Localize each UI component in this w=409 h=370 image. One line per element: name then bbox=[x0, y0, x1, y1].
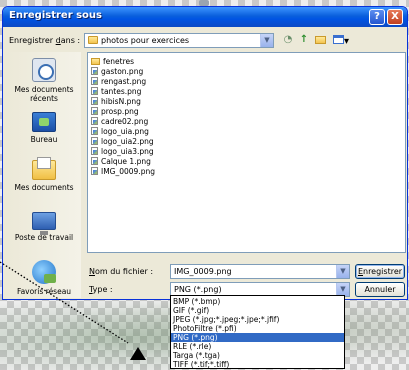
back-icon[interactable]: ◔ bbox=[281, 33, 295, 47]
filetype-value: PNG (*.png) bbox=[174, 285, 222, 294]
list-item[interactable]: hibisN.png bbox=[91, 97, 141, 106]
image-file-icon bbox=[91, 127, 98, 135]
list-item[interactable]: IMG_0009.png bbox=[91, 167, 155, 176]
image-file-icon bbox=[91, 107, 98, 115]
filetype-option[interactable]: TIFF (*.tif;*.tiff) bbox=[171, 360, 344, 369]
image-file-icon bbox=[91, 137, 98, 145]
list-item[interactable]: Calque 1.png bbox=[91, 157, 151, 166]
place-my-documents[interactable]: Mes documents bbox=[7, 157, 81, 192]
place-label: Mes documents bbox=[14, 183, 74, 192]
filetype-option-selected[interactable]: PNG (*.png) bbox=[171, 333, 344, 342]
list-item[interactable]: prosp.png bbox=[91, 107, 139, 116]
image-file-icon bbox=[91, 157, 98, 165]
cancel-button[interactable]: Annuler bbox=[355, 282, 405, 297]
close-button[interactable]: X bbox=[387, 9, 403, 25]
filetype-option[interactable]: PhotoFiltre (*.pfi) bbox=[171, 324, 344, 333]
image-file-icon bbox=[91, 77, 98, 85]
chevron-down-icon[interactable]: ▼ bbox=[336, 265, 349, 278]
list-item[interactable]: logo_uia.png bbox=[91, 127, 149, 136]
list-item-folder[interactable]: fenetres bbox=[91, 57, 134, 66]
my-documents-icon bbox=[32, 157, 56, 180]
filename-input[interactable]: IMG_0009.png ▼ bbox=[170, 264, 350, 279]
list-item[interactable]: logo_uia2.png bbox=[91, 137, 154, 146]
folder-icon bbox=[88, 36, 98, 44]
save-as-dialog: Enregistrer sous ? X Enregistrer dans : … bbox=[2, 6, 408, 300]
filetype-option[interactable]: BMP (*.bmp) bbox=[171, 297, 344, 306]
my-computer-icon bbox=[32, 212, 56, 235]
dialog-title: Enregistrer sous bbox=[9, 10, 103, 21]
filename-value: IMG_0009.png bbox=[174, 267, 232, 276]
image-file-icon bbox=[91, 97, 98, 105]
title-bar[interactable]: Enregistrer sous ? X bbox=[3, 7, 407, 27]
list-item[interactable]: gaston.png bbox=[91, 67, 143, 76]
place-my-computer[interactable]: Poste de travail bbox=[7, 212, 81, 242]
list-item[interactable]: logo_uia3.png bbox=[91, 147, 154, 156]
up-folder-icon[interactable]: ↑ bbox=[297, 33, 311, 47]
place-label: Mes documents récents bbox=[14, 85, 74, 103]
save-button[interactable]: Enregistrer bbox=[355, 264, 405, 279]
save-in-label: Enregistrer dans : bbox=[9, 36, 81, 45]
annotation-arrow-icon bbox=[130, 347, 146, 360]
list-item[interactable]: cadre02.png bbox=[91, 117, 148, 126]
image-file-icon bbox=[91, 87, 98, 95]
place-network[interactable]: Favoris réseau bbox=[7, 260, 81, 296]
image-file-icon bbox=[91, 167, 98, 175]
place-recent-documents[interactable]: Mes documents récents bbox=[7, 58, 81, 103]
chevron-down-icon[interactable]: ▼ bbox=[260, 34, 273, 47]
filetype-option[interactable]: JPEG (*.jpg;*.jpeg;*.jpe;*.jfif) bbox=[171, 315, 344, 324]
list-item[interactable]: tantes.png bbox=[91, 87, 141, 96]
filetype-options-list[interactable]: BMP (*.bmp) GIF (*.gif) JPEG (*.jpg;*.jp… bbox=[170, 295, 345, 369]
new-folder-icon[interactable] bbox=[313, 33, 327, 47]
filetype-option[interactable]: GIF (*.gif) bbox=[171, 306, 344, 315]
views-menu-icon[interactable]: ▾ bbox=[331, 33, 351, 47]
folder-icon bbox=[91, 58, 100, 65]
filetype-option[interactable]: Targa (*.tga) bbox=[171, 351, 344, 360]
place-label: Favoris réseau bbox=[16, 287, 72, 296]
help-button[interactable]: ? bbox=[369, 9, 385, 25]
places-bar: Mes documents récents Bureau Mes documen… bbox=[7, 52, 81, 298]
recent-documents-icon bbox=[32, 58, 56, 82]
network-places-icon bbox=[32, 260, 56, 284]
image-file-icon bbox=[91, 147, 98, 155]
place-label: Bureau bbox=[30, 135, 58, 144]
save-in-value: photos pour exercices bbox=[101, 36, 190, 45]
desktop-icon bbox=[32, 112, 56, 132]
filetype-option[interactable]: RLE (*.rle) bbox=[171, 342, 344, 351]
save-in-dropdown[interactable]: photos pour exercices ▼ bbox=[84, 33, 274, 48]
list-item[interactable]: rengast.png bbox=[91, 77, 146, 86]
image-file-icon bbox=[91, 117, 98, 125]
filetype-label: Type : bbox=[89, 285, 113, 294]
filename-label: Nom du fichier : bbox=[89, 267, 154, 276]
file-list[interactable]: fenetres gaston.png rengast.png tantes.p… bbox=[87, 52, 406, 253]
image-file-icon bbox=[91, 67, 98, 75]
place-desktop[interactable]: Bureau bbox=[7, 112, 81, 144]
